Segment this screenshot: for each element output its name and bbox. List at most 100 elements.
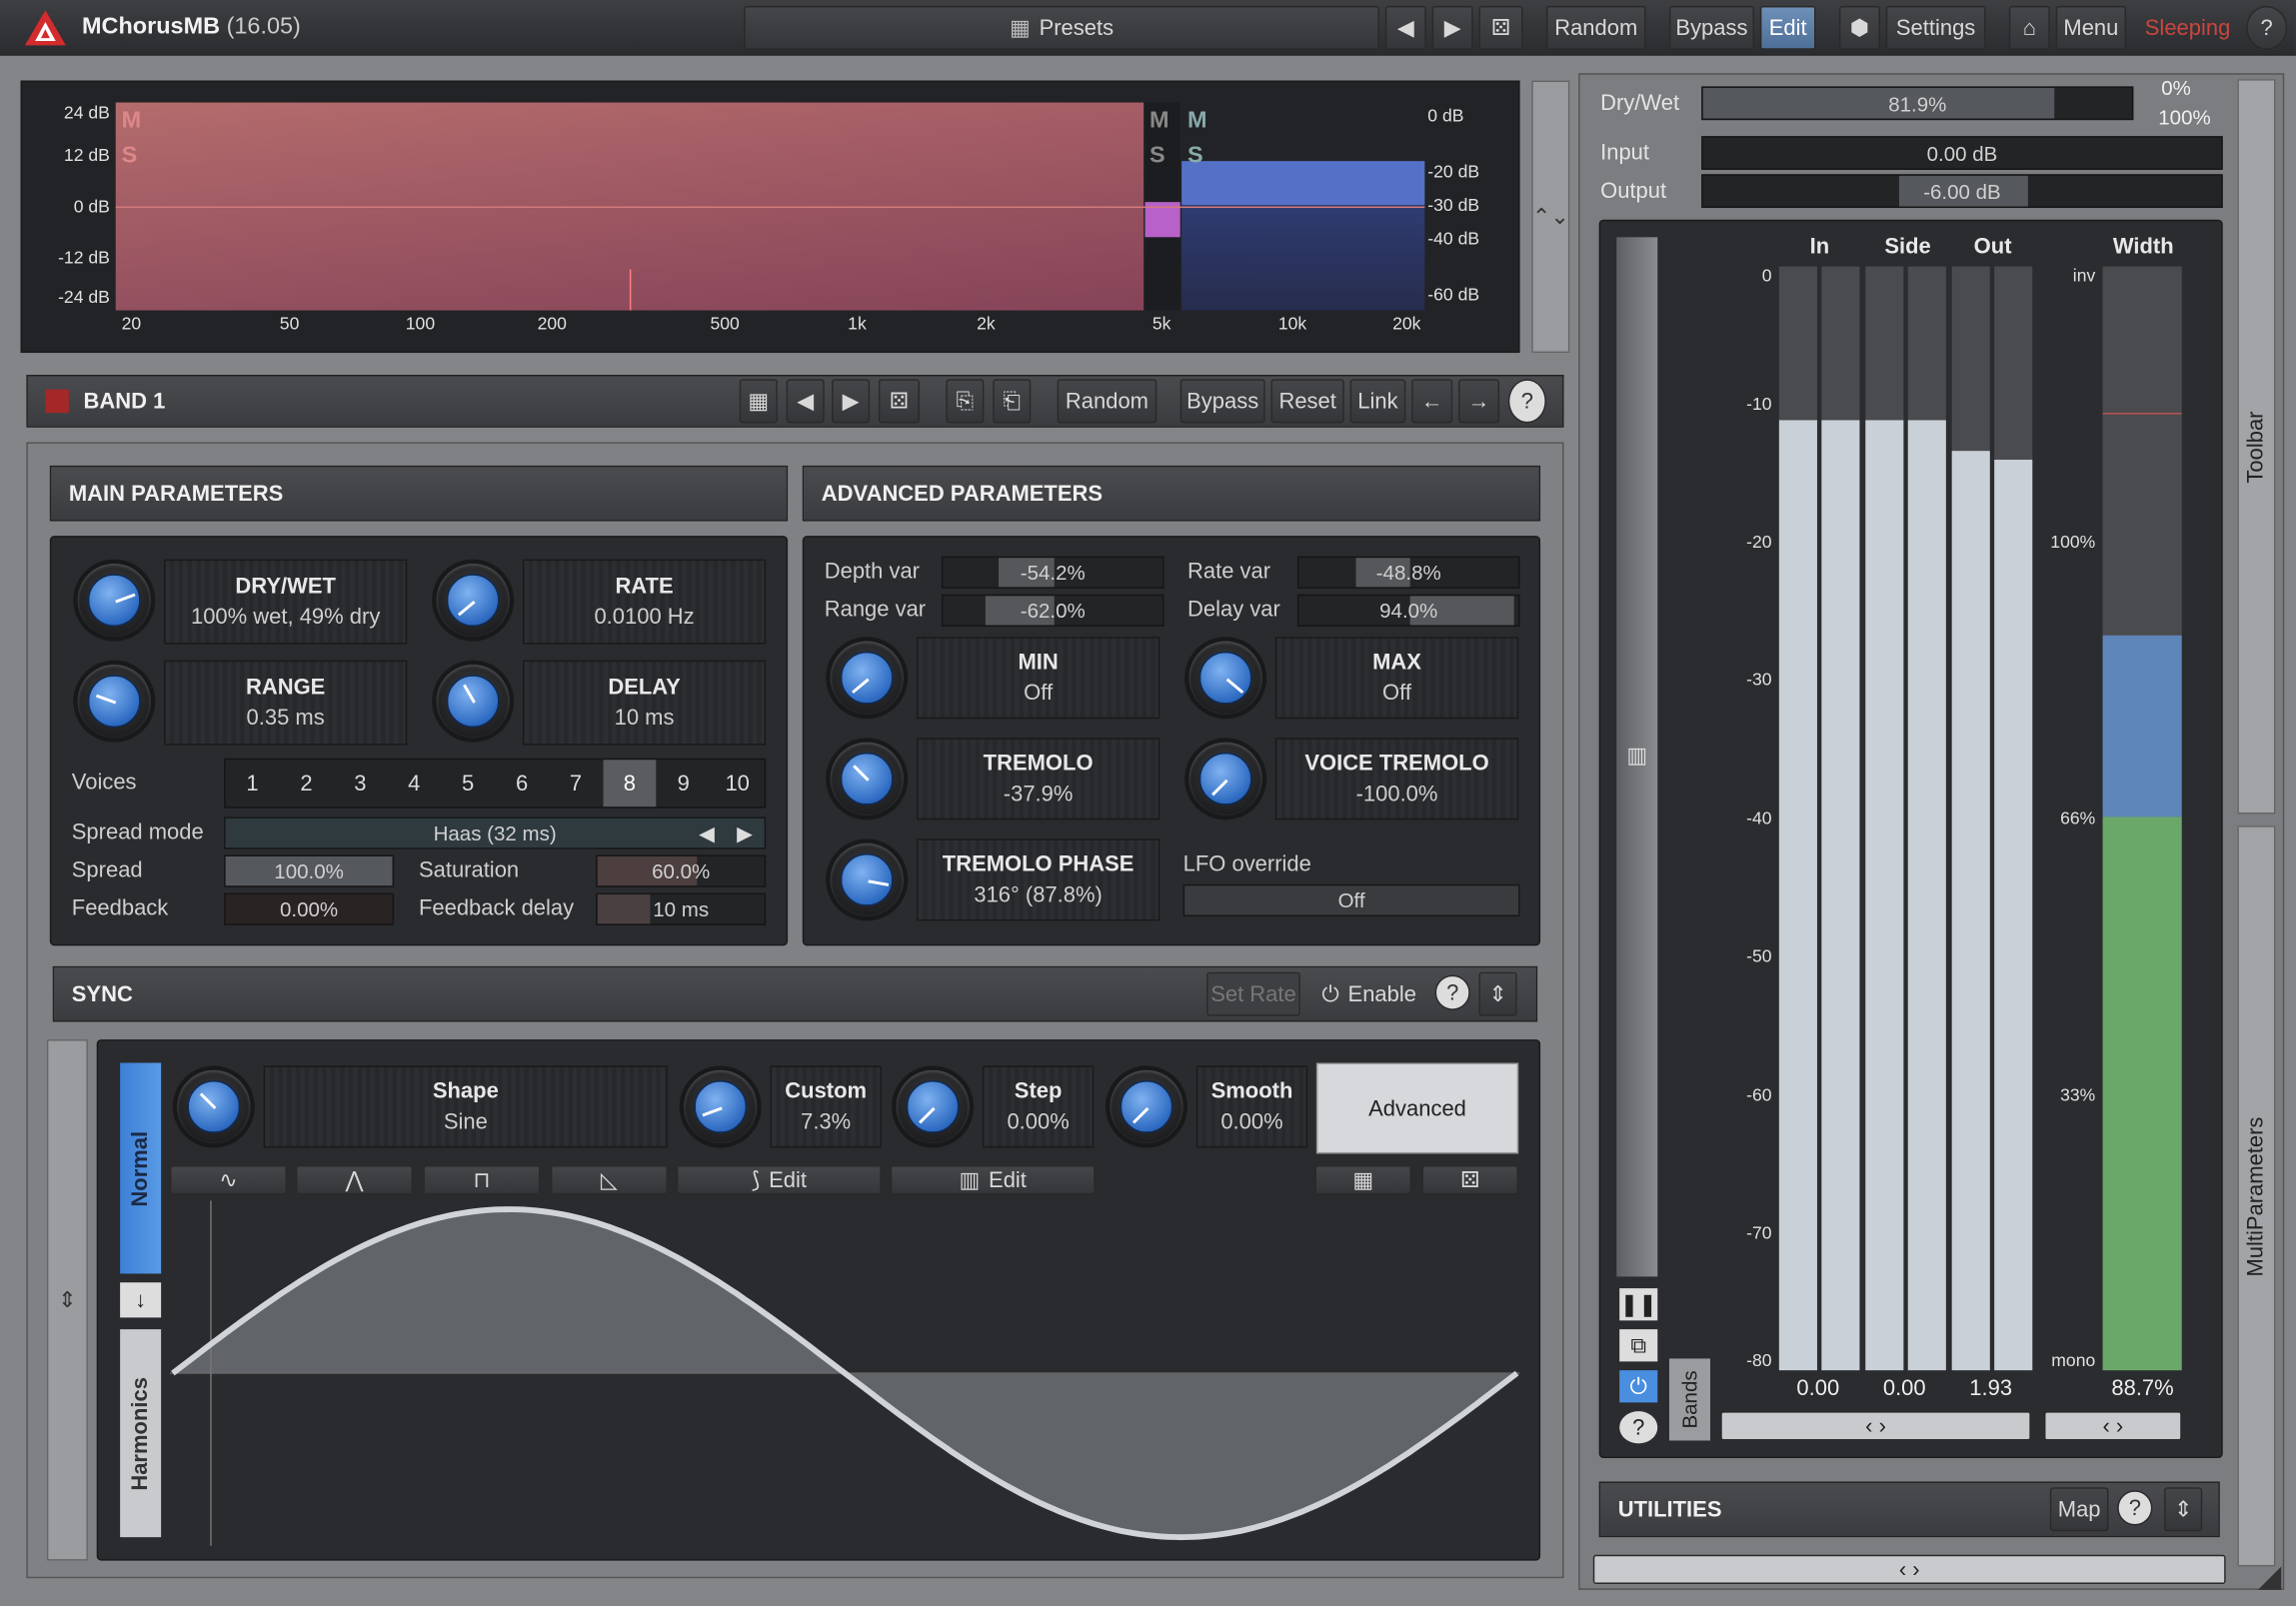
edit-button[interactable]: Edit xyxy=(1759,5,1816,50)
rate-var-slider[interactable]: -48.8% xyxy=(1296,556,1520,589)
spectrum-display[interactable]: M S M S M S 24 dB 12 dB 0 dB -12 dB -24 … xyxy=(20,80,1520,354)
window-resize-corner[interactable] xyxy=(2257,1566,2282,1590)
arrow-left-icon[interactable]: ← xyxy=(1411,379,1453,424)
input-gain-slider[interactable]: 0.00 dB xyxy=(1701,136,2223,170)
drywet-knob[interactable] xyxy=(77,563,151,638)
tremolo-knob[interactable] xyxy=(830,742,904,815)
step-display[interactable]: Step 0.00% xyxy=(982,1065,1095,1148)
settings-button[interactable]: Settings xyxy=(1885,5,1986,50)
band-letter-m[interactable]: M xyxy=(122,108,148,134)
step-knob[interactable] xyxy=(896,1069,970,1144)
width-resize-handle[interactable]: ‹ › xyxy=(2044,1411,2182,1441)
shape-knob[interactable] xyxy=(177,1069,251,1144)
spread-slider[interactable]: 100.0% xyxy=(224,854,395,887)
band-bypass-button[interactable]: Bypass xyxy=(1179,379,1265,424)
band-paste-icon[interactable]: ⎗ xyxy=(993,379,1032,424)
band-letter-m[interactable]: M xyxy=(1187,108,1207,134)
drywet-display[interactable]: DRY/WET 100% wet, 49% dry xyxy=(164,559,408,645)
utilities-expand-button[interactable]: ⇕ xyxy=(2164,1487,2203,1532)
smooth-knob[interactable] xyxy=(1110,1069,1183,1144)
shape-display[interactable]: Shape Sine xyxy=(263,1065,668,1148)
shield-icon[interactable]: ⬢ xyxy=(1838,5,1880,50)
band-letter-s[interactable]: S xyxy=(1187,144,1203,170)
custom-knob[interactable] xyxy=(684,1069,758,1144)
depth-var-slider[interactable]: -54.2% xyxy=(941,556,1164,589)
map-button[interactable]: Map xyxy=(2049,1487,2109,1532)
lfo-dice-icon[interactable]: ⚄ xyxy=(1421,1165,1519,1195)
feedback-delay-slider[interactable]: 10 ms xyxy=(596,892,767,925)
range-var-slider[interactable]: -62.0% xyxy=(941,594,1164,627)
random-dice-icon[interactable]: ⚄ xyxy=(1478,5,1523,50)
band-color-swatch[interactable] xyxy=(45,389,69,414)
presets-button[interactable]: ▦ Presets xyxy=(744,5,1379,50)
set-rate-button[interactable]: Set Rate xyxy=(1206,971,1300,1016)
max-knob[interactable] xyxy=(1188,641,1262,715)
sync-expand-button[interactable]: ⇕ xyxy=(1478,971,1517,1016)
popout-icon[interactable]: ⧉ xyxy=(1619,1329,1658,1362)
band-letter-m[interactable]: M xyxy=(1149,108,1169,134)
bands-tab[interactable]: Bands xyxy=(1668,1358,1711,1441)
spectrum-collapse-button[interactable]: ⌃⌄ xyxy=(1531,80,1570,354)
help-icon[interactable]: ? xyxy=(2246,5,2288,50)
global-drywet-slider[interactable]: 81.9% xyxy=(1701,86,2134,121)
sync-enable-button[interactable]: ⏻ Enable xyxy=(1309,972,1429,1016)
random-button[interactable]: Random xyxy=(1545,5,1646,50)
voice-option[interactable]: 6 xyxy=(495,760,549,806)
voice-option[interactable]: 1 xyxy=(226,760,280,806)
voice-option[interactable]: 2 xyxy=(279,760,333,806)
saw-shape-icon[interactable]: ◺ xyxy=(550,1165,668,1195)
voices-selector[interactable]: 1 2 3 4 5 6 7 8 9 10 xyxy=(224,758,767,808)
tremolo-phase-display[interactable]: TREMOLO PHASE 316° (87.8%) xyxy=(917,838,1160,921)
rate-display[interactable]: RATE 0.0100 Hz xyxy=(522,559,767,645)
band-prev-button[interactable]: ◀ xyxy=(786,379,825,424)
meter-resize-handle[interactable]: ‹ › xyxy=(1720,1411,2031,1441)
smooth-display[interactable]: Smooth 0.00% xyxy=(1195,1065,1308,1148)
lfo-waveform-graph[interactable] xyxy=(169,1200,1520,1546)
multiparameters-tab[interactable]: MultiParameters xyxy=(2237,825,2276,1567)
meter-help-icon[interactable]: ? xyxy=(1619,1411,1658,1444)
sync-help-icon[interactable]: ? xyxy=(1434,974,1470,1010)
voice-option[interactable]: 9 xyxy=(657,760,711,806)
min-display[interactable]: MIN Off xyxy=(917,637,1160,720)
prev-preset-button[interactable]: ◀ xyxy=(1384,5,1426,50)
voice-option-selected[interactable]: 8 xyxy=(602,760,657,807)
range-knob[interactable] xyxy=(77,665,151,739)
meter-mode-icon[interactable]: ▥ xyxy=(1619,741,1654,770)
voice-option[interactable]: 10 xyxy=(711,760,765,806)
tremolo-phase-knob[interactable] xyxy=(830,842,904,917)
band-letter-s[interactable]: S xyxy=(1149,144,1165,170)
voice-option[interactable]: 4 xyxy=(387,760,441,806)
utilities-help-icon[interactable]: ? xyxy=(2117,1490,2153,1526)
bypass-button[interactable]: Bypass xyxy=(1668,5,1754,50)
power-icon[interactable]: ⏻ xyxy=(1619,1370,1658,1403)
edit-steps-button[interactable]: ▥ Edit xyxy=(890,1165,1096,1195)
range-display[interactable]: RANGE 0.35 ms xyxy=(164,660,408,746)
delay-display[interactable]: DELAY 10 ms xyxy=(522,660,767,746)
band-copy-icon[interactable]: ⎘ xyxy=(946,379,985,424)
band-random-button[interactable]: Random xyxy=(1057,379,1157,424)
arrow-down-icon[interactable]: ↓ xyxy=(120,1282,162,1318)
custom-display[interactable]: Custom 7.3% xyxy=(770,1065,882,1148)
band-dice-icon[interactable]: ⚄ xyxy=(878,379,920,424)
band-letter-s[interactable]: S xyxy=(122,144,148,170)
pause-icon[interactable]: ❚❚ xyxy=(1619,1288,1658,1321)
voice-tremolo-knob[interactable] xyxy=(1188,742,1262,815)
band-next-button[interactable]: ▶ xyxy=(832,379,871,424)
normal-tab[interactable]: Normal xyxy=(120,1062,162,1274)
max-display[interactable]: MAX Off xyxy=(1274,637,1519,720)
sine-shape-icon[interactable]: ∿ xyxy=(169,1165,288,1195)
menu-button[interactable]: Menu xyxy=(2055,5,2127,50)
tremolo-display[interactable]: TREMOLO -37.9% xyxy=(917,738,1160,820)
output-gain-slider[interactable]: -6.00 dB xyxy=(1701,174,2223,209)
voice-option[interactable]: 3 xyxy=(333,760,387,806)
band-help-icon[interactable]: ? xyxy=(1507,379,1546,424)
band-presets-icon[interactable]: ▦ xyxy=(739,379,778,424)
next-preset-button[interactable]: ▶ xyxy=(1431,5,1473,50)
triangle-shape-icon[interactable]: ⋀ xyxy=(295,1165,414,1195)
voice-option[interactable]: 7 xyxy=(549,760,603,806)
band-2-region[interactable] xyxy=(1181,161,1425,206)
lfo-presets-icon[interactable]: ▦ xyxy=(1314,1165,1412,1195)
toolbar-tab[interactable]: Toolbar xyxy=(2237,79,2276,814)
edit-shape-button[interactable]: ⟆ Edit xyxy=(676,1165,882,1195)
lfo-override-dropdown[interactable]: Off xyxy=(1182,883,1520,917)
